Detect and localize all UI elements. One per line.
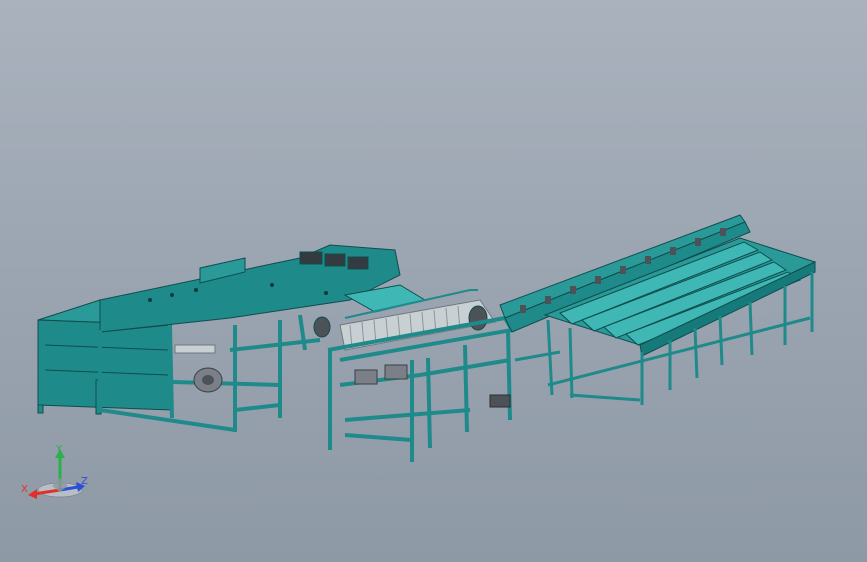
conveyor-assembly-model[interactable]: [0, 0, 867, 562]
x-axis-arrowhead: [28, 489, 37, 499]
z-axis-label: Z: [81, 476, 88, 487]
axis-triad[interactable]: X Y Z: [18, 440, 98, 510]
inclined-frame: [99, 244, 401, 333]
cad-viewport[interactable]: X Y Z: [0, 0, 867, 562]
x-axis-label: X: [21, 484, 28, 495]
y-axis-label: Y: [55, 444, 63, 455]
hopper-motor: [174, 344, 223, 393]
